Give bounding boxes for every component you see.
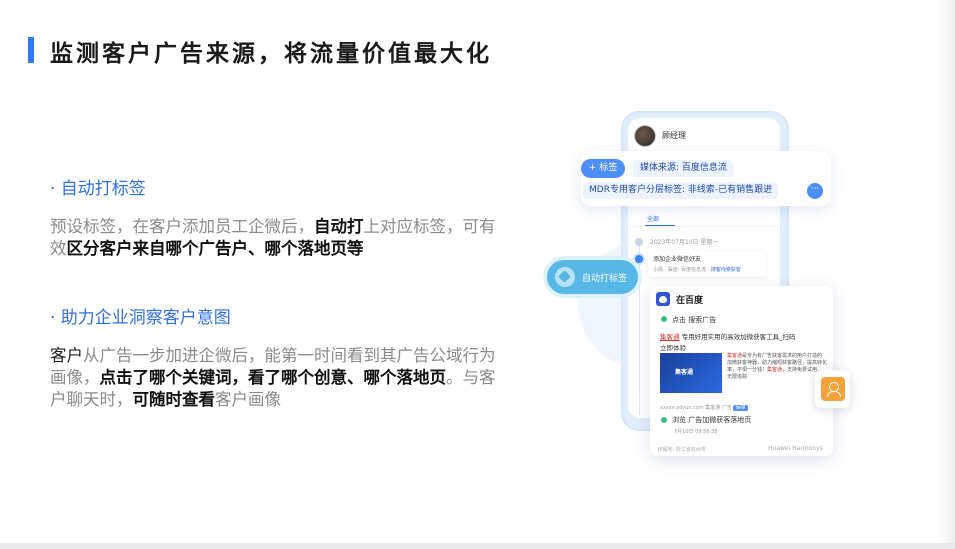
contact-card-icon — [821, 377, 845, 401]
page-title: 监测客户广告来源，将流量价值最大化 — [50, 41, 492, 67]
bottom-edge — [0, 543, 955, 549]
timeline-date: 2023年07月10日 星期一 — [650, 239, 719, 246]
ad-headline: 集客通 专用好用实用的高效加微获客工具_扫码 — [660, 333, 796, 341]
frame-edge — [937, 0, 955, 549]
ad-headline-2: 立即体验 — [660, 344, 686, 352]
section-heading-auto-tag: · 自动打标签 — [50, 179, 146, 199]
timeline-line — [639, 240, 640, 415]
browse-time: 7月10日 09:56:38 — [674, 429, 718, 435]
divider — [630, 226, 778, 227]
timeline-dot — [635, 238, 643, 246]
status-dot-icon — [661, 417, 667, 423]
timeline-active-dot — [633, 253, 645, 265]
tag-media-source: 媒体来源: 百度信息流 — [633, 160, 734, 177]
baidu-title: 在百度 — [676, 296, 704, 306]
section-body-auto-tag: 预设标签，在客户添加员工企微后，自动打上对应标签，可有效区分客户来自哪个广告户、… — [50, 217, 496, 258]
filter-all-tab[interactable]: 全部 — [647, 214, 659, 223]
section-body-intent: 客户从广告一步加进企微后，能第一时间看到其广告公域行为画像，点击了哪个关键词，看… — [50, 346, 496, 409]
tag-mdr-segment: MDR专用客户分层标签: 非线索-已有销售跟进 — [583, 182, 779, 199]
ad-description: 集客通是专为有广告获客需求的用户打造的加微获客神器，助力缩短获客路径，提高转化率… — [727, 353, 828, 380]
shield-tag-icon — [555, 267, 575, 287]
status-dot-icon — [661, 316, 667, 322]
avatar — [634, 125, 656, 147]
more-icon[interactable]: ··· — [807, 183, 823, 199]
auto-tag-label: 自动打标签 — [582, 274, 628, 284]
baidu-icon — [656, 292, 670, 306]
click-event-label: 点击 搜索广告 — [672, 316, 717, 324]
ip-location: IP属地: 浙江省杭州市 — [658, 447, 706, 453]
ad-image-text: 集客通 — [675, 369, 694, 376]
event-title: 添加企业微信好友 — [653, 256, 702, 263]
section-heading-intent: · 助力企业洞察客户意图 — [50, 308, 231, 328]
title-accent-bar — [28, 37, 34, 63]
browse-event-label: 浏览 广告加微获客落地页 — [672, 416, 752, 424]
contact-name: 顾经理 — [662, 131, 686, 140]
event-meta: 小顾 · 渠道: 百度信息流 · 搜客线索获客 — [653, 267, 741, 273]
device-label: Huawei Harmonys — [768, 445, 823, 452]
add-tag-button[interactable]: + 标签 — [581, 159, 625, 178]
ad-source: xxxcn.aliyun.com 集客通 广告 保障 — [660, 405, 748, 411]
